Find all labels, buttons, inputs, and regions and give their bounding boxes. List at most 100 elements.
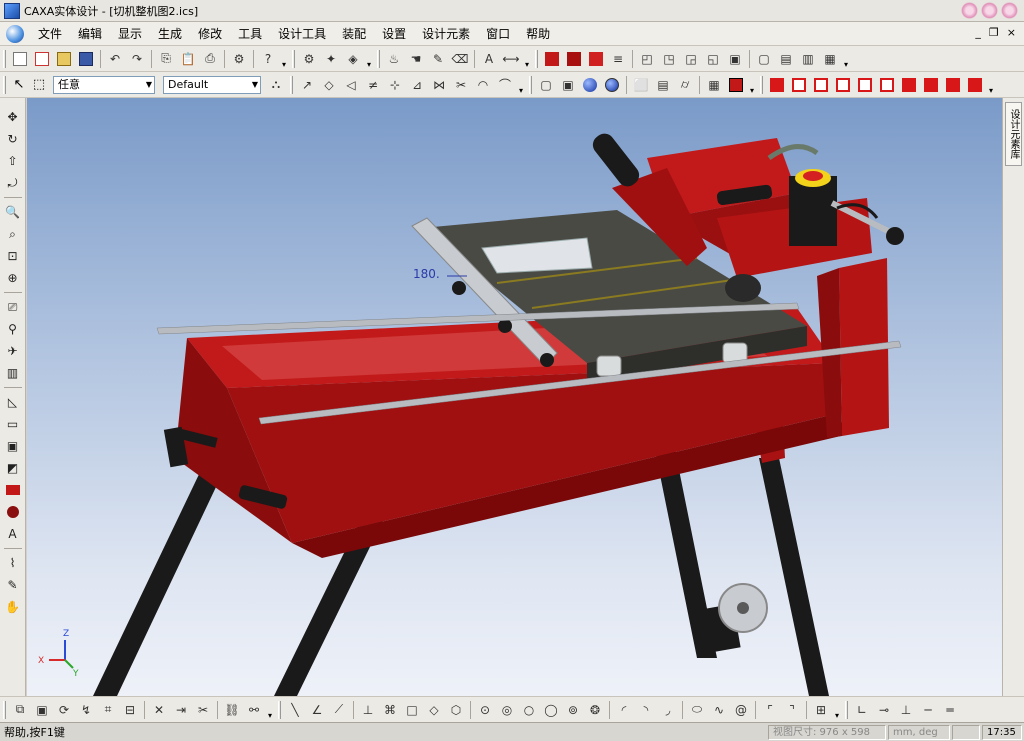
- menu-tools[interactable]: 工具: [230, 22, 270, 46]
- spline-icon[interactable]: ∿: [709, 700, 729, 720]
- perp-icon[interactable]: ⊥: [358, 700, 378, 720]
- smart-icon[interactable]: ✦: [321, 49, 341, 69]
- selection-mode-select[interactable]: 任意 ▼: [53, 75, 155, 94]
- cross-icon[interactable]: ✕: [149, 700, 169, 720]
- hexagon-icon[interactable]: ⬡: [446, 700, 466, 720]
- menu-edit[interactable]: 编辑: [70, 22, 110, 46]
- circle5-icon[interactable]: ⊚: [563, 700, 583, 720]
- zoom-window-icon[interactable]: ⌕: [3, 224, 23, 244]
- new-design-icon[interactable]: [32, 49, 52, 69]
- view-iso2-icon[interactable]: [921, 75, 941, 95]
- view-sphere-icon[interactable]: [580, 75, 600, 95]
- align-icon[interactable]: ≠: [363, 75, 383, 95]
- paste-icon[interactable]: 📋: [178, 49, 198, 69]
- arc3-icon[interactable]: ◞: [658, 700, 678, 720]
- sketch2-icon[interactable]: ▭: [3, 414, 23, 434]
- hierarchy-icon[interactable]: ⛬: [266, 75, 286, 95]
- dynamic-rotate-icon[interactable]: ⇧: [3, 151, 23, 171]
- pick-icon[interactable]: ⌇: [3, 553, 23, 573]
- toolbar-overflow-icon[interactable]: ▾: [279, 49, 289, 69]
- menu-window[interactable]: 窗口: [478, 22, 518, 46]
- rect-tool-icon[interactable]: ▣: [32, 700, 52, 720]
- arc1-icon[interactable]: ◜: [614, 700, 634, 720]
- chain-icon[interactable]: ⚯: [244, 700, 264, 720]
- stack-icon[interactable]: ≡: [608, 49, 628, 69]
- minimize-icon[interactable]: _: [975, 26, 981, 39]
- zoom-icon[interactable]: 🔍: [3, 202, 23, 222]
- select-cursor-icon[interactable]: ↖: [9, 75, 29, 95]
- polyline-icon[interactable]: ∠: [307, 700, 327, 720]
- box4-icon[interactable]: ▦: [820, 49, 840, 69]
- curve-tool-icon[interactable]: ↯: [76, 700, 96, 720]
- eraser-icon[interactable]: ⌫: [450, 49, 470, 69]
- zoom-fit-icon[interactable]: ⊡: [3, 246, 23, 266]
- new-icon[interactable]: [10, 49, 30, 69]
- zoom-target-icon[interactable]: ⊕: [3, 268, 23, 288]
- cube2-icon[interactable]: ▤: [653, 75, 673, 95]
- shell-icon[interactable]: ⌒: [495, 75, 515, 95]
- view-back-icon[interactable]: [789, 75, 809, 95]
- menu-file[interactable]: 文件: [30, 22, 70, 46]
- dimension-icon[interactable]: ⟷: [501, 49, 521, 69]
- edge-icon[interactable]: ◁: [341, 75, 361, 95]
- face-icon[interactable]: ◇: [319, 75, 339, 95]
- menu-display[interactable]: 显示: [110, 22, 150, 46]
- pen-icon[interactable]: ✎: [428, 49, 448, 69]
- document-icon[interactable]: [6, 24, 24, 43]
- menu-settings[interactable]: 设置: [374, 22, 414, 46]
- parallel-icon[interactable]: ═: [940, 700, 960, 720]
- save-icon[interactable]: [76, 49, 96, 69]
- solid-red-icon[interactable]: [542, 49, 562, 69]
- arrow-right-icon[interactable]: ⇥: [171, 700, 191, 720]
- cut-icon[interactable]: ✂: [193, 700, 213, 720]
- node-icon[interactable]: ⌘: [380, 700, 400, 720]
- toolbar-grip[interactable]: [3, 49, 6, 68]
- circle2-icon[interactable]: ◎: [497, 700, 517, 720]
- arc2-icon[interactable]: ◝: [636, 700, 656, 720]
- copy-icon[interactable]: ⎘: [156, 49, 176, 69]
- cube1-icon[interactable]: ⬜: [631, 75, 651, 95]
- view-iso4-icon[interactable]: [965, 75, 985, 95]
- ellipse-icon[interactable]: ⬭: [687, 700, 707, 720]
- camera-icon[interactable]: ⎚: [3, 297, 23, 317]
- view-front-icon[interactable]: [767, 75, 787, 95]
- model-canvas[interactable]: 180. Z X Y: [27, 98, 1002, 696]
- solid-red3-icon[interactable]: [586, 49, 606, 69]
- measure-icon[interactable]: ✎: [3, 575, 23, 595]
- render-icon[interactable]: ◈: [343, 49, 363, 69]
- fillet-icon[interactable]: ◠: [473, 75, 493, 95]
- layer-tool-icon[interactable]: ⊟: [120, 700, 140, 720]
- paint-icon[interactable]: ✋: [3, 597, 23, 617]
- ortho-icon[interactable]: ⊥: [896, 700, 916, 720]
- stop-icon[interactable]: [726, 75, 746, 95]
- circle4-icon[interactable]: ◯: [541, 700, 561, 720]
- move-arrow-icon[interactable]: ↗: [297, 75, 317, 95]
- view-top-icon[interactable]: [855, 75, 875, 95]
- section-icon[interactable]: ▥: [3, 363, 23, 383]
- view-iso-icon[interactable]: [899, 75, 919, 95]
- help-arrow-icon[interactable]: ?: [258, 49, 278, 69]
- corner2-icon[interactable]: ⌝: [782, 700, 802, 720]
- sheet5-icon[interactable]: ▣: [725, 49, 745, 69]
- sheet1-icon[interactable]: ◰: [637, 49, 657, 69]
- sketch3-icon[interactable]: ▣: [3, 436, 23, 456]
- text-icon[interactable]: A: [479, 49, 499, 69]
- hand-icon[interactable]: ☚: [406, 49, 426, 69]
- view-hidden-icon[interactable]: ▣: [558, 75, 578, 95]
- mesh-tool-icon[interactable]: ⌗: [98, 700, 118, 720]
- light-icon[interactable]: ♨: [384, 49, 404, 69]
- copy-tool-icon[interactable]: ⧉: [10, 700, 30, 720]
- diamond-icon[interactable]: ◇: [424, 700, 444, 720]
- sketch4-icon[interactable]: ◩: [3, 458, 23, 478]
- table-icon[interactable]: ⊞: [811, 700, 831, 720]
- circle3-icon[interactable]: ○: [519, 700, 539, 720]
- sketch1-icon[interactable]: ◺: [3, 392, 23, 412]
- sheet2-icon[interactable]: ◳: [659, 49, 679, 69]
- view-bottom-icon[interactable]: [877, 75, 897, 95]
- tangent-icon[interactable]: ⟋: [329, 700, 349, 720]
- redo-icon[interactable]: ↷: [127, 49, 147, 69]
- split-icon[interactable]: ⊹: [385, 75, 405, 95]
- circle6-icon[interactable]: ❂: [585, 700, 605, 720]
- horizontal-icon[interactable]: ─: [918, 700, 938, 720]
- menu-design-elements[interactable]: 设计元素: [414, 22, 478, 46]
